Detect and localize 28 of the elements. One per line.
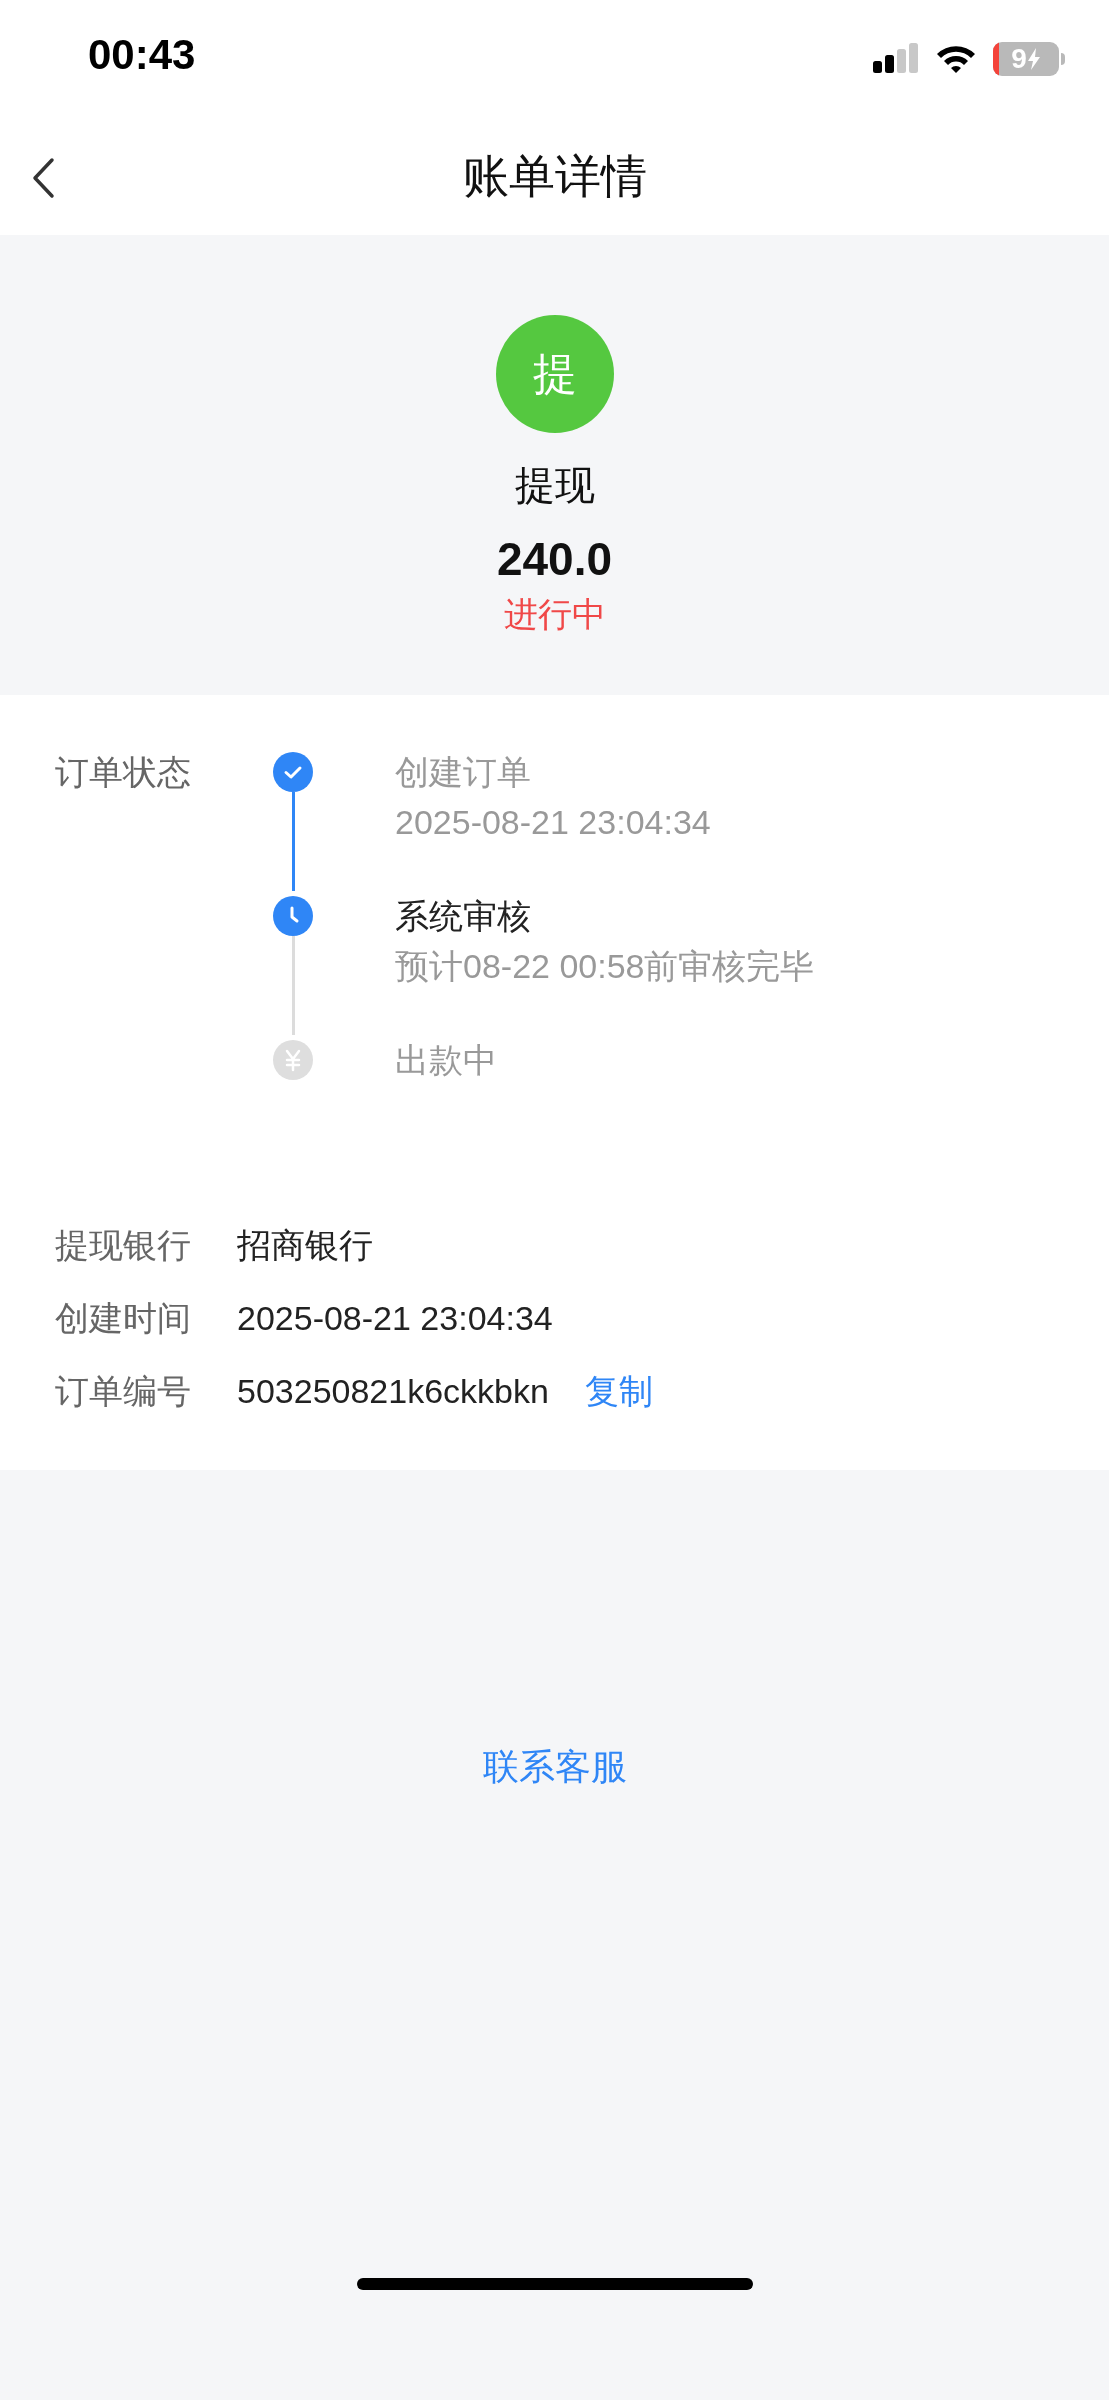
detail-label: 提现银行 [55, 1225, 192, 1266]
clock-icon [273, 896, 313, 936]
copy-link[interactable]: 复制 [584, 1366, 653, 1416]
detail-value: 2025-08-21 23:04:34 [237, 1298, 553, 1339]
transaction-type: 提现 [514, 462, 595, 509]
low-charge-bar [993, 42, 999, 76]
contact-support-link[interactable]: 联系客服 [482, 1740, 627, 1794]
signal-icon [873, 43, 919, 75]
step-title: 系统审核 [395, 896, 532, 937]
charging-icon [1026, 48, 1041, 70]
battery-percent: 9 [1011, 45, 1027, 73]
detail-value: 503250821k6ckkbkn [237, 1371, 549, 1412]
back-icon[interactable] [30, 156, 56, 200]
amount: 240.0 [496, 532, 613, 587]
wifi-icon [935, 43, 977, 75]
step-detail: 2025-08-21 23:04:34 [395, 802, 711, 843]
withdraw-badge: 提 [495, 315, 614, 433]
order-status-label: 订单状态 [55, 752, 192, 793]
detail-label: 订单编号 [55, 1371, 192, 1412]
step-title: 创建订单 [395, 752, 532, 793]
status-time: 00:43 [88, 34, 196, 76]
page-title: 账单详情 [462, 149, 647, 204]
step-title: 出款中 [395, 1040, 497, 1081]
yen-icon [273, 1040, 313, 1080]
step-detail: 预计08-22 00:58前审核完毕 [395, 946, 815, 987]
detail-label: 创建时间 [55, 1298, 192, 1339]
status-text: 进行中 [503, 593, 606, 635]
detail-value: 招商银行 [237, 1225, 373, 1266]
